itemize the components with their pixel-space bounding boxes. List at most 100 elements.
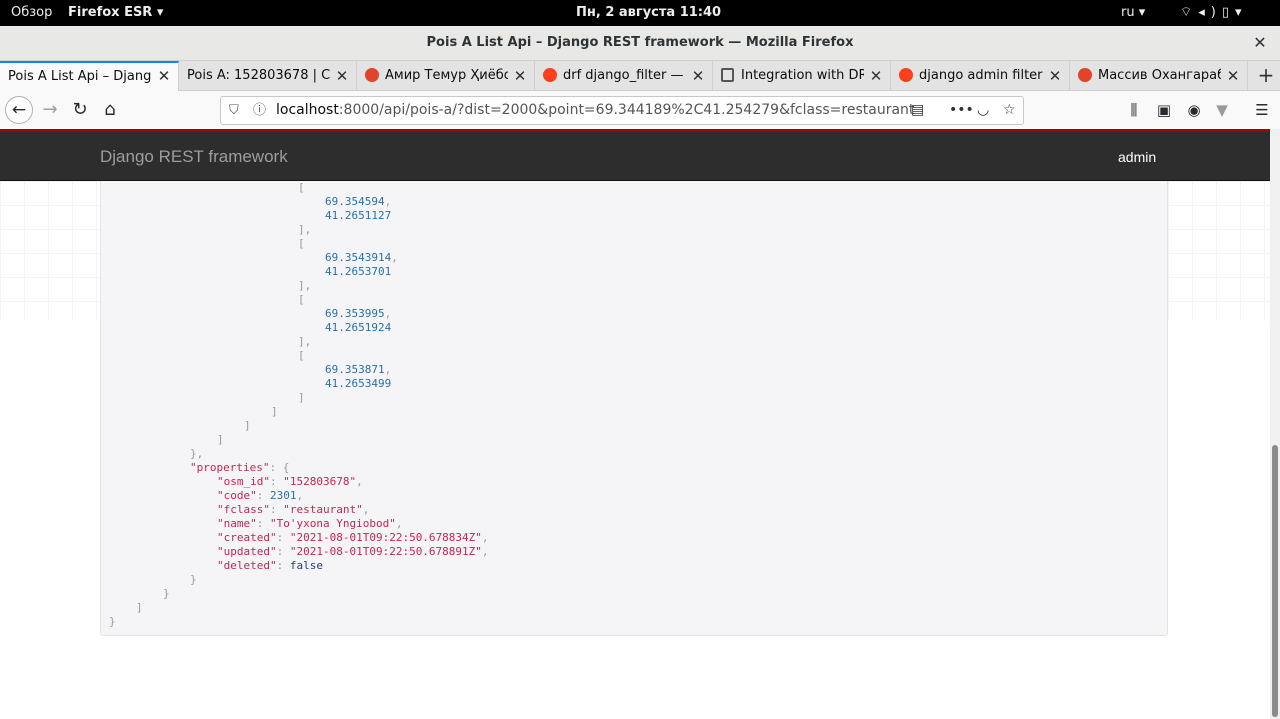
json-punct: [ bbox=[298, 349, 305, 362]
clock[interactable]: Пн, 2 августа 11:40 bbox=[576, 0, 721, 26]
activities-button[interactable]: Обзор bbox=[11, 0, 52, 26]
tab-django-admin-filter[interactable]: django admin filter ✕ bbox=[891, 61, 1070, 91]
json-number: 41.2653701 bbox=[325, 265, 392, 278]
page-actions-icon[interactable]: ••• bbox=[949, 97, 974, 124]
json-line: ] bbox=[244, 419, 251, 433]
reload-button[interactable]: ↻ bbox=[66, 96, 94, 124]
bookmark-star-icon[interactable]: ☆ bbox=[1003, 97, 1016, 124]
json-punct: , bbox=[384, 307, 392, 320]
user-menu[interactable]: admin bbox=[1118, 132, 1156, 182]
back-button[interactable]: ← bbox=[5, 96, 33, 124]
json-line: ] bbox=[217, 433, 224, 447]
json-line: } bbox=[190, 573, 197, 587]
background-grid bbox=[0, 181, 100, 321]
json-punct: ], bbox=[298, 279, 312, 292]
json-punct: , bbox=[362, 503, 370, 516]
tab-label: Амир Темур Ҳиёбон bbox=[385, 68, 508, 83]
json-line: 41.2651127 bbox=[325, 209, 391, 223]
json-response-block: [69.354594, 41.2651127],[69.3543914, 41.26… bbox=[100, 181, 1168, 636]
system-status-icons[interactable]: ⌔◂)▯▾ bbox=[1180, 0, 1248, 26]
json-line: 69.353995, bbox=[325, 307, 391, 321]
reader-view-icon[interactable]: ▤ bbox=[911, 97, 924, 124]
tracking-shield-icon[interactable]: ⛉ bbox=[229, 97, 239, 124]
tab-integration-with-drf[interactable]: Integration with DRF ✕ bbox=[713, 61, 891, 91]
window-close-icon[interactable]: ✕ bbox=[1250, 26, 1270, 60]
drf-brand-link[interactable]: Django REST framework bbox=[100, 132, 288, 182]
json-punct: ] bbox=[244, 419, 251, 432]
window-titlebar: Pois A List Api – Django REST framework … bbox=[0, 26, 1280, 61]
home-button[interactable]: ⌂ bbox=[96, 96, 124, 124]
json-line: 69.354594, bbox=[325, 195, 391, 209]
json-punct: ] bbox=[136, 601, 143, 614]
json-string: "2021-08-01T09:22:50.678834Z" bbox=[289, 531, 482, 544]
tab-close-icon[interactable]: ✕ bbox=[334, 61, 350, 91]
json-punct: } bbox=[109, 615, 116, 628]
tab-label: Integration with DRF bbox=[741, 68, 864, 83]
json-punct: : bbox=[269, 475, 284, 488]
tab-label: django admin filter bbox=[919, 68, 1043, 83]
json-line: ], bbox=[298, 223, 311, 237]
scrollbar-thumb[interactable] bbox=[1272, 445, 1278, 717]
json-punct: ] bbox=[271, 405, 278, 418]
site-info-icon[interactable]: ⓘ bbox=[253, 97, 266, 124]
pocket-icon[interactable]: ◡ bbox=[977, 97, 989, 124]
library-icon[interactable]: ⫼ bbox=[1122, 96, 1146, 124]
extension-icon[interactable]: ▼ bbox=[1210, 96, 1234, 124]
map-pin-icon bbox=[1078, 68, 1092, 82]
json-line: } bbox=[109, 615, 116, 629]
json-string: "2021-08-01T09:22:50.678891Z" bbox=[289, 545, 482, 558]
account-icon[interactable]: ◉ bbox=[1182, 96, 1206, 124]
url-bar[interactable]: ⛉ ⓘ localhost:8000/api/pois-a/?dist=2000… bbox=[220, 96, 1024, 125]
keyboard-layout-menu[interactable]: ru ▾ bbox=[1121, 0, 1145, 26]
tab-pois-a-list-api[interactable]: Pois A List Api – Django ✕ bbox=[0, 61, 179, 91]
tab-massiv-ohangarabod[interactable]: Массив Охангарабо ✕ bbox=[1070, 61, 1248, 91]
json-line: "code": 2301, bbox=[217, 489, 303, 503]
json-punct: , bbox=[481, 545, 489, 558]
json-line: ], bbox=[298, 279, 311, 293]
json-number: 69.353871 bbox=[325, 363, 385, 376]
json-line: [ bbox=[298, 349, 305, 363]
app-menu[interactable]: Firefox ESR ▾ bbox=[68, 0, 163, 26]
json-number: 2301 bbox=[270, 489, 297, 502]
drf-navbar: Django REST framework admin bbox=[0, 132, 1270, 181]
json-string: "To'yxona Yngiobod" bbox=[270, 517, 396, 530]
forward-button[interactable]: → bbox=[36, 96, 64, 124]
json-punct: [ bbox=[298, 181, 305, 194]
new-tab-button[interactable]: + bbox=[1252, 61, 1280, 91]
tab-close-icon[interactable]: ✕ bbox=[690, 61, 706, 91]
json-punct: : bbox=[269, 503, 284, 516]
tab-drf-django-filter[interactable]: drf django_filter — ✕ bbox=[535, 61, 713, 91]
url-text[interactable]: localhost:8000/api/pois-a/?dist=2000&poi… bbox=[276, 97, 914, 124]
json-punct: , bbox=[296, 489, 304, 502]
json-key: "deleted" bbox=[217, 559, 277, 572]
tab-close-icon[interactable]: ✕ bbox=[156, 63, 172, 90]
json-punct: [ bbox=[298, 237, 305, 250]
json-line: ] bbox=[271, 405, 278, 419]
json-line: 41.2653701 bbox=[325, 265, 391, 279]
json-line: }, bbox=[190, 447, 203, 461]
tab-close-icon[interactable]: ✕ bbox=[868, 61, 884, 91]
page-scrollbar[interactable] bbox=[1270, 129, 1280, 719]
yandex-icon bbox=[543, 68, 557, 82]
json-literal: false bbox=[289, 559, 323, 572]
map-pin-icon bbox=[365, 68, 379, 82]
json-line: "properties": { bbox=[190, 461, 289, 475]
tab-close-icon[interactable]: ✕ bbox=[512, 61, 528, 91]
json-punct: , bbox=[391, 251, 398, 264]
url-host: localhost bbox=[276, 102, 339, 118]
tab-amir-temur[interactable]: Амир Темур Ҳиёбон ✕ bbox=[357, 61, 535, 91]
sidebar-icon[interactable]: ▣ bbox=[1152, 96, 1176, 124]
hamburger-menu-icon[interactable]: ☰ bbox=[1250, 96, 1274, 124]
json-string: "restaurant" bbox=[283, 503, 363, 516]
tab-close-icon[interactable]: ✕ bbox=[1047, 61, 1063, 91]
json-punct: : bbox=[276, 545, 290, 558]
json-key: "fclass" bbox=[217, 503, 270, 516]
json-punct: : bbox=[276, 559, 290, 572]
json-line: 41.2651924 bbox=[325, 321, 391, 335]
tab-pois-a-detail[interactable]: Pois A: 152803678 | Ch ✕ bbox=[179, 61, 357, 91]
json-punct: ] bbox=[298, 391, 305, 404]
tab-close-icon[interactable]: ✕ bbox=[1225, 61, 1241, 91]
json-punct: } bbox=[190, 573, 197, 586]
tab-label: Pois A List Api – Django bbox=[8, 69, 152, 84]
tab-label: drf django_filter — bbox=[563, 68, 684, 83]
